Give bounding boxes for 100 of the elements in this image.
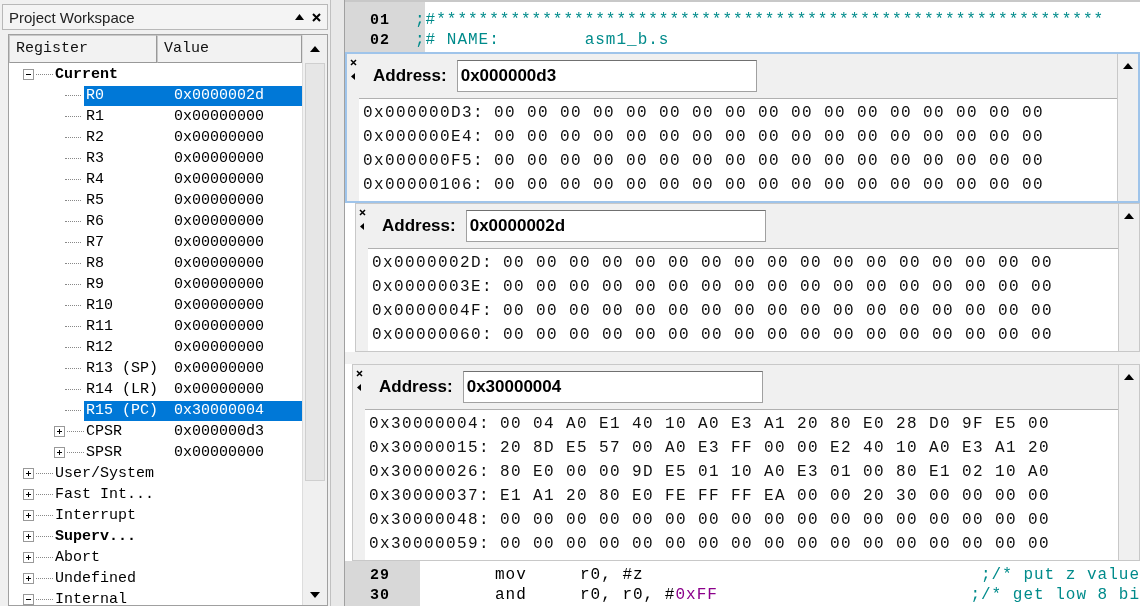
register-name: R3: [86, 150, 105, 167]
memory-address: 0x00000106:: [363, 176, 485, 194]
scroll-up-icon[interactable]: [1122, 62, 1134, 70]
register-name: R7: [86, 234, 105, 251]
close-icon[interactable]: [355, 370, 363, 377]
memory-address: 0x30000004:: [369, 415, 491, 433]
tree-item[interactable]: R5 0x00000000: [84, 190, 302, 211]
expand-icon[interactable]: [23, 573, 34, 584]
tree-item[interactable]: R4 0x00000000: [84, 169, 302, 190]
register-name: R10: [86, 297, 114, 314]
tree-item[interactable]: R1 0x00000000: [84, 106, 302, 127]
tree-item[interactable]: R3 0x00000000: [84, 148, 302, 169]
register-name: R2: [86, 129, 105, 146]
arrow-left-icon[interactable]: [357, 384, 361, 391]
register-value: 0x00000000: [174, 360, 264, 377]
collapse-arrow-icon[interactable]: [295, 14, 304, 20]
register-name: Interrupt: [55, 507, 137, 524]
memory-bytes: 00 00 00 00 00 00 00 00 00 00 00 00 00 00 00 00 00: [503, 278, 1054, 296]
scroll-up-icon[interactable]: [1123, 373, 1135, 381]
register-value: 0x00000000: [174, 339, 264, 356]
code-operands: r0, r0, #0xFF: [580, 586, 719, 604]
register-name: Fast Int...: [55, 486, 156, 503]
close-icon[interactable]: [358, 209, 366, 216]
scroll-thumb[interactable]: [305, 63, 325, 481]
memory-bytes: 00 00 00 00 00 00 00 00 00 00 00 00 00 00 00 00 00: [494, 128, 1045, 146]
register-value: 0x00000000: [174, 381, 264, 398]
tree-item[interactable]: R12 0x00000000: [84, 337, 302, 358]
tree-item[interactable]: Fast Int...: [53, 484, 302, 505]
tree-item[interactable]: Superv...: [53, 526, 302, 547]
tree-item[interactable]: Internal: [53, 589, 302, 605]
memory-bytes: 00 00 00 00 00 00 00 00 00 00 00 00 00 00 00 00 00: [494, 104, 1045, 122]
tree-item[interactable]: R15 (PC) 0x30000004: [84, 400, 302, 421]
tree-item[interactable]: R11 0x00000000: [84, 316, 302, 337]
panel-title: Project Workspace: [9, 8, 136, 26]
line-number: 30: [369, 586, 391, 604]
line-number: 02: [369, 31, 391, 49]
expand-icon[interactable]: [23, 510, 34, 521]
tree-item[interactable]: R6 0x00000000: [84, 211, 302, 232]
address-label: Address:: [373, 66, 447, 86]
memory-bytes: 00 00 00 00 00 00 00 00 00 00 00 00 00 00 00 00 00: [503, 254, 1054, 272]
expand-icon[interactable]: [54, 426, 65, 437]
register-name: R12: [86, 339, 114, 356]
tree-item[interactable]: CPSR 0x000000d3: [84, 421, 302, 442]
tree-item[interactable]: R10 0x00000000: [84, 295, 302, 316]
scroll-up-icon[interactable]: [1123, 212, 1135, 220]
register-name: Current: [55, 66, 119, 83]
register-name: User/System: [55, 465, 156, 482]
register-value: 0x00000000: [174, 318, 264, 335]
register-name: R0: [86, 87, 105, 104]
tree-item[interactable]: SPSR 0x00000000: [84, 442, 302, 463]
code-instruction: and: [495, 586, 528, 604]
expand-icon[interactable]: [23, 552, 34, 563]
memory-address: 0x00000060:: [372, 326, 494, 344]
memory-bytes: 00 04 A0 E1 40 10 A0 E3 A1 20 80 E0 28 D0 9F E5 00: [500, 415, 1051, 433]
tree-item[interactable]: R14 (LR) 0x00000000: [84, 379, 302, 400]
scroll-up-icon[interactable]: [309, 45, 321, 53]
address-field[interactable]: 0x30000004: [462, 371, 763, 403]
tree-item[interactable]: R2 0x00000000: [84, 127, 302, 148]
memory-address: 0x000000F5:: [363, 152, 485, 170]
code-comment: ;# NAME: asm1_b.s: [415, 31, 670, 49]
register-name: R11: [86, 318, 114, 335]
scroll-down-icon[interactable]: [309, 591, 321, 599]
address-field[interactable]: 0x000000d3: [456, 60, 757, 92]
arrow-left-icon[interactable]: [351, 73, 355, 80]
memory-address: 0x30000026:: [369, 463, 491, 481]
tree-item[interactable]: R8 0x00000000: [84, 253, 302, 274]
scrollbar[interactable]: [302, 35, 327, 605]
tree-item[interactable]: R7 0x00000000: [84, 232, 302, 253]
column-header[interactable]: Register: [9, 35, 157, 63]
register-name: Superv...: [55, 528, 137, 545]
expand-icon[interactable]: [23, 489, 34, 500]
memory-address: 0x0000004F:: [372, 302, 494, 320]
register-value: 0x00000000: [174, 255, 264, 272]
register-name: Abort: [55, 549, 101, 566]
memory-address: 0x30000048:: [369, 511, 491, 529]
column-header[interactable]: Value: [157, 35, 302, 63]
tree-item[interactable]: Undefined: [53, 568, 302, 589]
address-label: Address:: [379, 377, 453, 397]
register-value: 0x30000004: [174, 402, 264, 419]
tree-item[interactable]: R13 (SP) 0x00000000: [84, 358, 302, 379]
tree-item[interactable]: User/System: [53, 463, 302, 484]
expand-icon[interactable]: [23, 468, 34, 479]
arrow-left-icon[interactable]: [360, 223, 364, 230]
close-icon[interactable]: [349, 59, 357, 66]
register-value: 0x00000000: [174, 129, 264, 146]
memory-address: 0x30000059:: [369, 535, 491, 553]
tree-item[interactable]: R0 0x0000002d: [84, 85, 302, 106]
register-name: R1: [86, 108, 105, 125]
expand-icon[interactable]: [54, 447, 65, 458]
memory-bytes: 00 00 00 00 00 00 00 00 00 00 00 00 00 00 00 00 00: [503, 326, 1054, 344]
close-icon[interactable]: [312, 12, 321, 22]
tree-item[interactable]: Current: [53, 64, 302, 85]
collapse-icon[interactable]: [23, 69, 34, 80]
expand-icon[interactable]: [23, 531, 34, 542]
collapse-icon[interactable]: [23, 594, 34, 605]
register-name: R8: [86, 255, 105, 272]
tree-item[interactable]: Interrupt: [53, 505, 302, 526]
tree-item[interactable]: Abort: [53, 547, 302, 568]
tree-item[interactable]: R9 0x00000000: [84, 274, 302, 295]
address-field[interactable]: 0x0000002d: [465, 210, 766, 242]
